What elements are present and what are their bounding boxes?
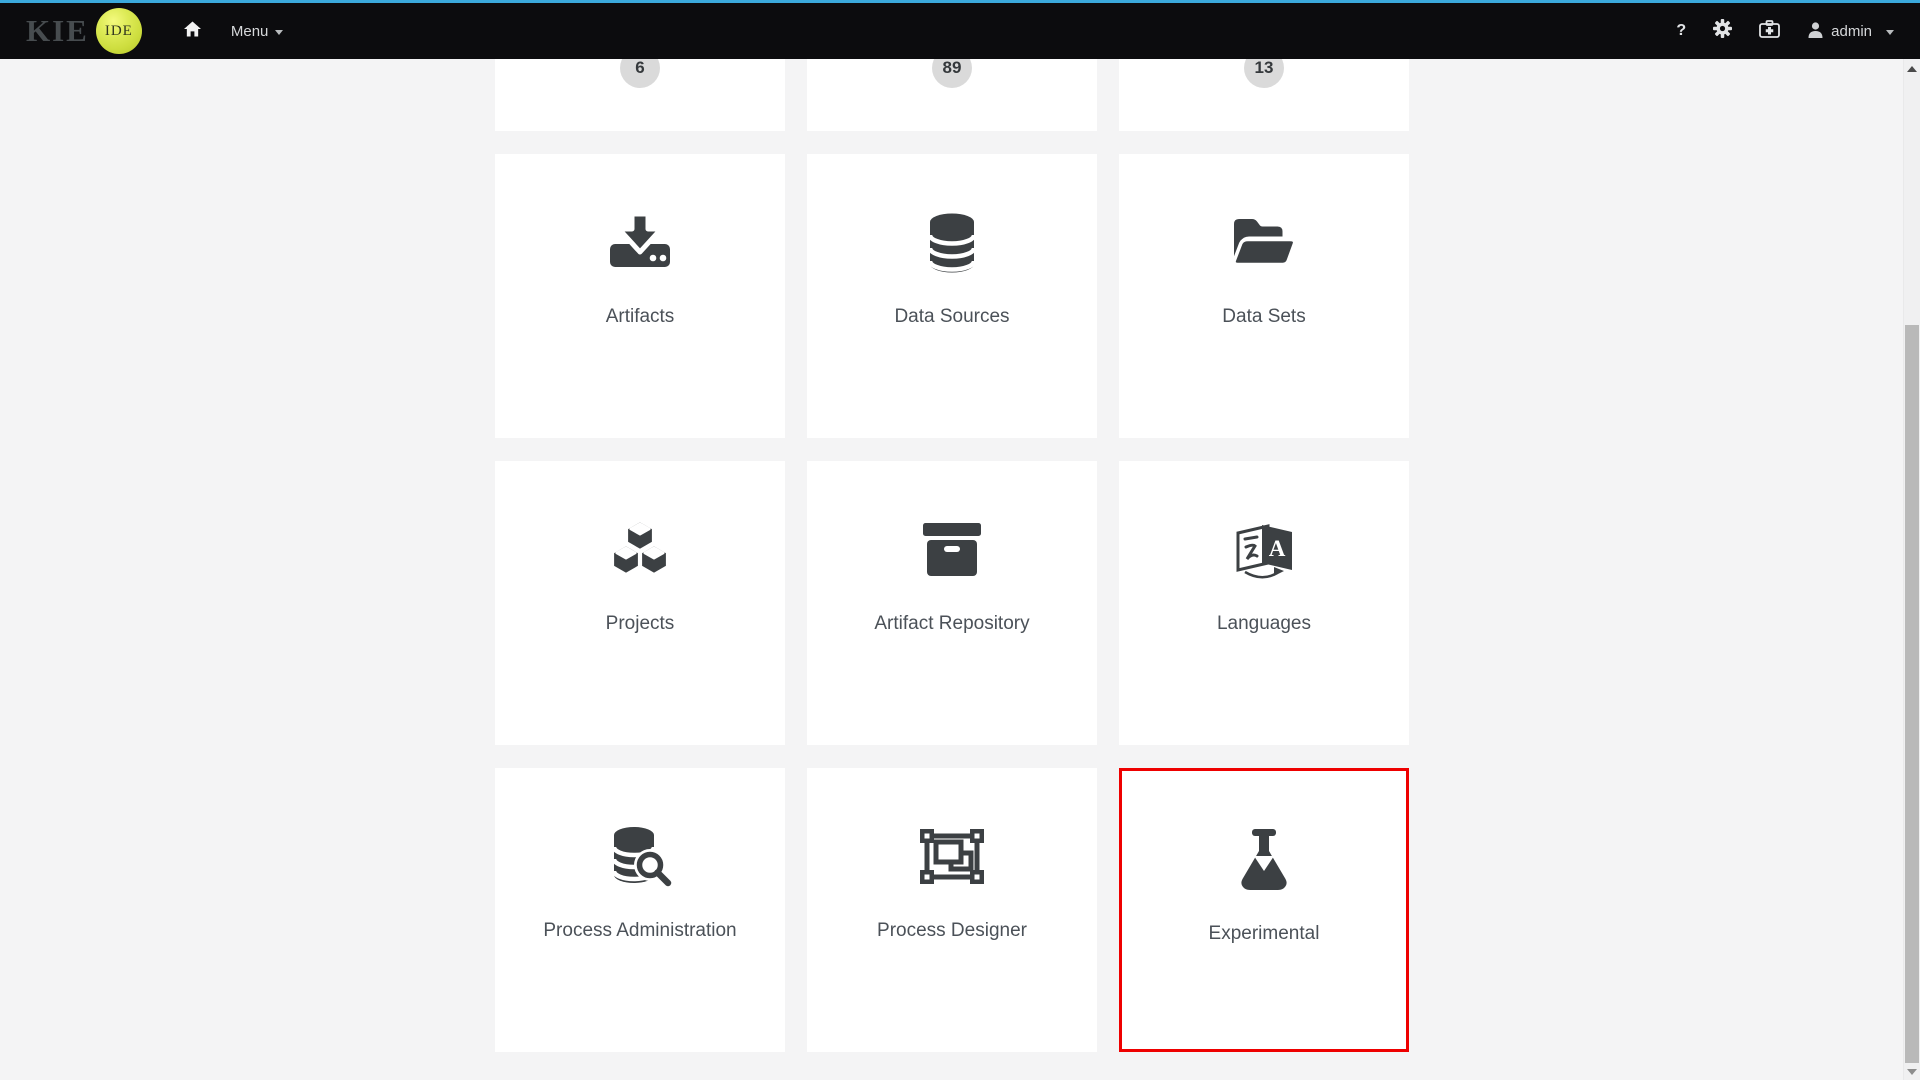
help-icon: ? — [1676, 22, 1687, 39]
card-data-sources[interactable]: Data Sources — [807, 154, 1097, 438]
database-search-icon — [604, 824, 676, 890]
cubes-icon — [604, 517, 676, 583]
card-label: Languages — [1216, 613, 1312, 634]
brand-logo[interactable]: KIE IDE — [26, 8, 142, 54]
card-label: Projects — [605, 613, 675, 634]
help-button[interactable]: ? — [1676, 22, 1686, 40]
card-cutoff[interactable]: 6 — [495, 59, 785, 131]
svg-text:A: A — [1269, 536, 1286, 561]
card-cutoff[interactable]: 89 — [807, 59, 1097, 131]
window-accent-bar — [0, 0, 1920, 3]
home-icon — [183, 20, 201, 42]
card-languages[interactable]: A Languages — [1119, 461, 1409, 745]
card-process-administration[interactable]: Process Administration — [495, 768, 785, 1052]
scroll-down-arrow-icon[interactable] — [1907, 1069, 1917, 1075]
card-label: Experimental — [1208, 923, 1320, 944]
card-projects[interactable]: Projects — [495, 461, 785, 745]
card-process-designer[interactable]: Process Designer — [807, 768, 1097, 1052]
flask-icon — [1228, 827, 1300, 893]
chevron-down-icon — [1886, 29, 1894, 35]
card-label: Data Sources — [894, 306, 1010, 327]
scroll-up-arrow-icon[interactable] — [1907, 66, 1917, 72]
user-label: admin — [1831, 22, 1872, 40]
language-icon: A — [1228, 517, 1300, 583]
vertical-scrollbar[interactable] — [1903, 59, 1920, 1080]
folder-open-icon — [1228, 210, 1300, 276]
card-label: Artifacts — [605, 306, 675, 327]
download-icon — [604, 210, 676, 276]
card-artifacts[interactable]: Artifacts — [495, 154, 785, 438]
settings-button[interactable] — [1713, 19, 1733, 43]
card-experimental[interactable]: Experimental — [1119, 768, 1409, 1052]
gear-icon — [1713, 19, 1733, 43]
admin-kit-button[interactable] — [1759, 19, 1781, 43]
card-label: Process Administration — [543, 920, 737, 941]
card-data-sets[interactable]: Data Sets — [1119, 154, 1409, 438]
main-content: 6 89 13 Artifacts Data Sources Data Sets… — [0, 59, 1920, 1080]
user-menu[interactable]: admin — [1807, 21, 1894, 42]
kie-logo-text: KIE — [26, 13, 89, 48]
scrollbar-thumb[interactable] — [1905, 325, 1919, 1063]
menu-label: Menu — [230, 22, 269, 40]
object-group-icon — [916, 824, 988, 890]
card-label: Process Designer — [877, 920, 1027, 941]
user-icon — [1807, 21, 1824, 42]
ide-logo-label: IDE — [104, 22, 133, 39]
count-badge: 6 — [620, 59, 660, 88]
count-badge: 13 — [1244, 59, 1284, 88]
navbar: KIE IDE Menu ? admin — [0, 3, 1920, 59]
card-cutoff[interactable]: 13 — [1119, 59, 1409, 131]
card-artifact-repository[interactable]: Artifact Repository — [807, 461, 1097, 745]
menu-dropdown[interactable]: Menu — [231, 23, 284, 40]
home-button[interactable] — [183, 20, 201, 42]
ide-logo-badge: IDE — [95, 8, 142, 54]
medkit-icon — [1759, 19, 1781, 43]
database-icon — [916, 210, 988, 276]
count-badge: 89 — [932, 59, 972, 88]
chevron-down-icon — [275, 29, 284, 35]
card-label: Data Sets — [1222, 306, 1306, 327]
card-label: Artifact Repository — [874, 613, 1030, 634]
archive-icon — [916, 517, 988, 583]
navbar-utilities: ? admin — [1676, 19, 1894, 43]
